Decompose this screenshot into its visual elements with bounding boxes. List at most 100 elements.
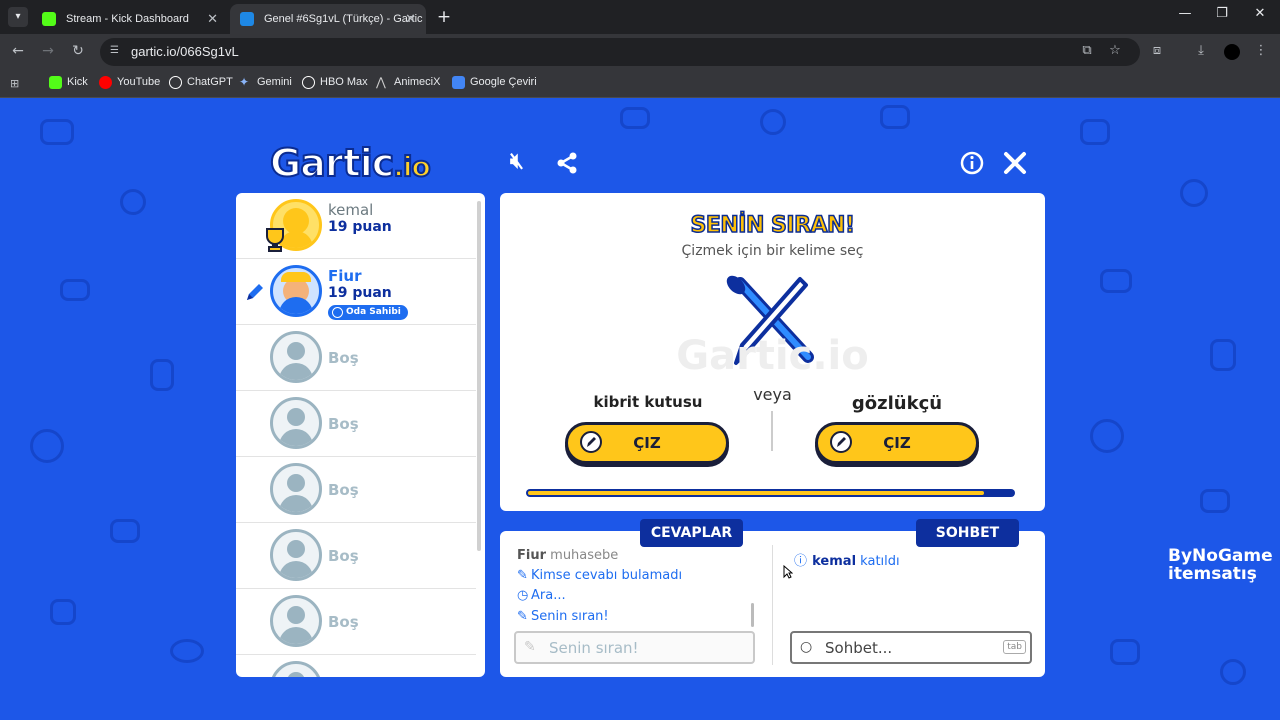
player-points: 19 puan [328, 219, 392, 235]
pen-icon [830, 431, 852, 453]
pencil-icon: ✎ [517, 609, 528, 624]
bookmark-google-translate[interactable]: Google Çeviri [452, 76, 537, 89]
minimize-icon[interactable]: — [1175, 6, 1195, 21]
chatgpt-icon [169, 76, 182, 89]
pencil-icon: ✎ [517, 568, 528, 583]
drawing-pencil-icon [247, 284, 263, 300]
bookmark-gemini[interactable]: ✦ Gemini [239, 75, 292, 89]
answers-scrollbar[interactable] [751, 603, 754, 627]
bookmark-youtube[interactable]: YouTube [99, 76, 160, 89]
empty-slot: Boş [236, 523, 476, 589]
answer-input[interactable]: ✎ Senin sıran! [514, 631, 755, 664]
pencil-input-icon: ✎ [524, 639, 536, 655]
empty-avatar [270, 529, 322, 581]
close-tab-icon[interactable]: ✕ [405, 4, 416, 34]
bookmark-chatgpt[interactable]: ChatGPT [169, 76, 233, 89]
answer-entry: ✎ Kimse cevabı bulamadı [517, 568, 683, 583]
bookmark-kick[interactable]: Kick [49, 76, 88, 89]
search-icon: ○ [800, 639, 813, 655]
chat-input[interactable]: ○ Sohbet... tab [790, 631, 1032, 664]
apps-grid-icon[interactable]: ⊞ [10, 77, 23, 90]
empty-label: Boş [328, 481, 359, 499]
site-settings-icon[interactable]: ☰ [110, 45, 122, 57]
kick-icon [49, 76, 62, 89]
player-row-2[interactable]: Fiur 19 puan Oda Sahibi [236, 259, 476, 325]
bookmarks-bar: ⊞ Kick YouTube ChatGPT ✦ Gemini HBO Max ⋀… [0, 70, 1280, 98]
mute-sound-icon[interactable]: 🔇︎ [510, 149, 524, 174]
tab-answers[interactable]: CEVAPLAR [640, 519, 743, 547]
owner-icon [332, 307, 343, 318]
info-icon[interactable] [960, 151, 984, 175]
gartic-favicon-icon [240, 12, 254, 26]
install-app-icon[interactable]: ⧉ [1078, 43, 1096, 58]
youtube-icon [99, 76, 112, 89]
players-panel: kemal 19 puan Fiur 19 puan Oda Sahibi Bo… [236, 193, 485, 677]
profile-avatar[interactable] [1224, 44, 1240, 60]
reload-icon[interactable]: ↻ [69, 43, 87, 59]
avatar [270, 265, 322, 317]
browser-tab-gartic[interactable]: Genel #6Sg1vL (Türkçe) - Gartic ✕ [230, 4, 426, 34]
hbo-icon [302, 76, 315, 89]
choose-word-subtitle: Çizmek için bir kelime seç [681, 243, 864, 259]
empty-slot: Boş [236, 589, 476, 655]
logo-watermark: Gartic.io [676, 333, 869, 379]
empty-avatar [270, 661, 322, 677]
bookmark-hbo-max[interactable]: HBO Max [302, 76, 368, 89]
empty-avatar [270, 463, 322, 515]
tab-search-button[interactable]: ▾ [8, 7, 28, 27]
empty-slot: Boş [236, 391, 476, 457]
empty-slot: Boş [236, 457, 476, 523]
gemini-icon: ✦ [239, 75, 250, 89]
pen-icon [580, 431, 602, 453]
or-label: veya [753, 385, 792, 404]
new-tab-button[interactable]: + [434, 4, 454, 30]
word-option-right: gözlükçü [851, 393, 943, 414]
player-name: kemal [328, 201, 374, 219]
bookmark-animecix[interactable]: ⋀ AnimeciX [376, 76, 440, 89]
sponsor-watermark: ByNoGame itemsatış [1168, 546, 1273, 584]
tab-title: Stream - Kick Dashboard [66, 13, 189, 25]
download-icon[interactable]: ⤓ [1192, 43, 1210, 58]
restore-icon[interactable]: ❐ [1212, 6, 1232, 21]
empty-label: Boş [328, 613, 359, 631]
tab-key-hint: tab [1003, 640, 1026, 654]
draw-left-word-button[interactable]: ÇIZ [565, 422, 729, 464]
game-page: Gartic.io 🔇︎ kemal 19 puan Fiur 19 puan … [0, 99, 1280, 720]
answer-entry: Fiur muhasebe [517, 548, 619, 563]
bookmark-star-icon[interactable]: ☆ [1106, 43, 1124, 58]
mouse-cursor-icon [783, 565, 793, 579]
close-window-icon[interactable]: ✕ [1250, 6, 1270, 21]
menu-icon[interactable]: ⋮ [1252, 43, 1270, 58]
close-game-icon[interactable] [1003, 151, 1027, 175]
room-owner-badge: Oda Sahibi [328, 305, 408, 320]
player-row-1[interactable]: kemal 19 puan [236, 193, 476, 259]
empty-slot [236, 655, 476, 677]
clock-icon: ◷ [517, 588, 529, 603]
extensions-icon[interactable]: ⧈ [1148, 43, 1166, 58]
empty-label: Boş [328, 547, 359, 565]
browser-tab-kick[interactable]: Stream - Kick Dashboard ✕ [32, 4, 228, 34]
back-icon[interactable]: ← [9, 43, 27, 59]
address-bar[interactable]: ☰ gartic.io/066Sg1vL [100, 38, 1140, 66]
tab-title: Genel #6Sg1vL (Türkçe) - Gartic [264, 13, 423, 25]
empty-slot: Boş [236, 325, 476, 391]
share-icon[interactable] [555, 151, 579, 175]
answers-chat-panel: Fiur muhasebe ✎ Kimse cevabı bulamadı ◷ Ar… [500, 531, 1045, 677]
empty-label: Boş [328, 415, 359, 433]
your-turn-title: SENİN SIRAN! [690, 212, 856, 239]
tab-chat[interactable]: SOHBET [916, 519, 1019, 547]
turn-timer-bar [526, 489, 1015, 497]
forward-icon[interactable]: → [39, 43, 57, 59]
answer-entry: ✎ Senin sıran! [517, 609, 609, 624]
gartic-logo[interactable]: Gartic.io [269, 140, 432, 186]
player-name: Fiur [328, 267, 362, 285]
chat-entry: ⓘ kemal katıldı [794, 550, 900, 569]
players-scrollbar[interactable] [477, 201, 481, 551]
info-small-icon: ⓘ [794, 554, 808, 569]
draw-right-word-button[interactable]: ÇIZ [815, 422, 979, 464]
player-points: 19 puan [328, 285, 392, 301]
browser-toolbar: ← → ↻ ☰ gartic.io/066Sg1vL ⧉ ☆ ⧈ ⤓ ⋮ [0, 34, 1280, 70]
trophy-icon [266, 228, 284, 252]
browser-tab-bar: ▾ Stream - Kick Dashboard ✕ Genel #6Sg1v… [0, 0, 1280, 34]
close-tab-icon[interactable]: ✕ [207, 4, 218, 34]
